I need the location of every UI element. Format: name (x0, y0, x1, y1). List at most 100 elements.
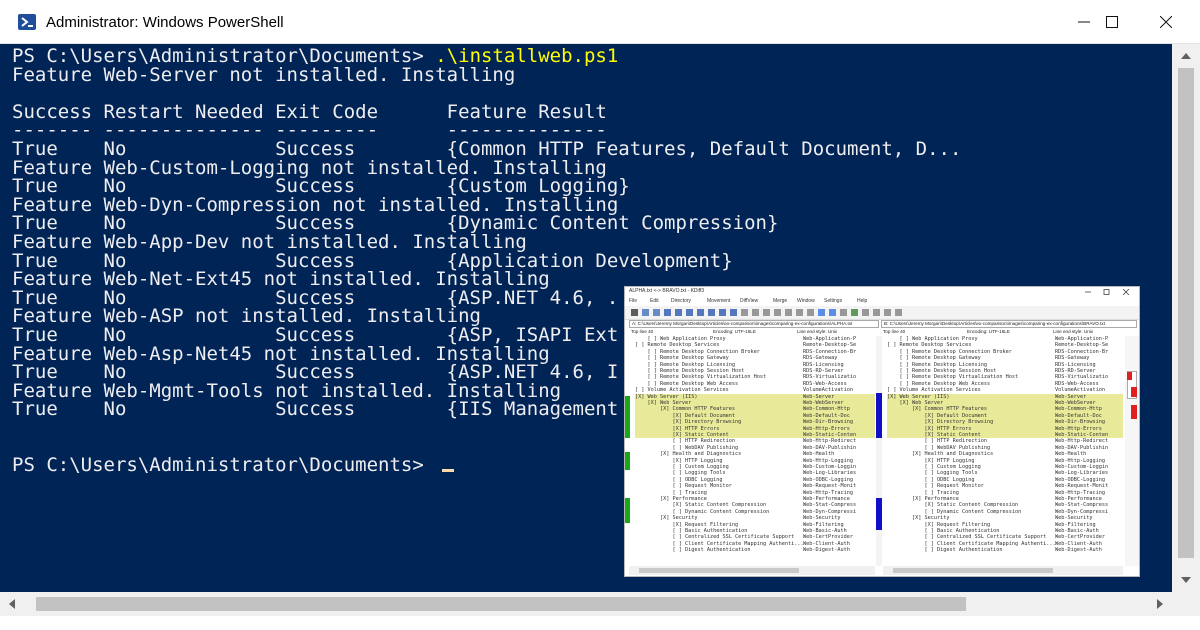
kdiff3-row-text: [X] Performance (887, 496, 959, 502)
kdiff3-row-text: [ ] Remote Desktop Services (887, 342, 972, 349)
chevron-right-icon (1157, 599, 1163, 609)
kdiff3-row-text: [ ] Tracing (635, 489, 707, 496)
kdiff3-row-text: [ ] Remote Desktop Gateway (887, 355, 981, 362)
kdiff3-pane-a: [ ] Web Application Proxy Web-Application… (635, 336, 875, 566)
kdiff3-toolbar-icon (730, 309, 737, 316)
kdiff3-merge-gutter (876, 336, 882, 566)
kdiff3-row-feature-name: Web-Digest-Auth (1055, 547, 1102, 554)
kdiff3-row-text: [X] Web Server (IIS) (635, 393, 698, 400)
kdiff3-row-text: [ ] WebDAV Publishing (635, 444, 739, 451)
kdiff3-row-text: [ ] Web Application Proxy (635, 336, 726, 342)
kdiff3-row: [ ] Digest Authentication Web-Digest-Auth (887, 547, 1123, 553)
kdiff3-toolbar-icon (840, 309, 847, 316)
vertical-scroll-thumb[interactable] (1178, 68, 1194, 558)
kdiff3-row-feature-name: Web-Digest-Auth (803, 547, 850, 554)
kdiff3-row-text: [ ] Volume Activation Services (635, 387, 729, 394)
kdiff3-row-text: [X] Common HTTP Features (887, 406, 987, 413)
kdiff3-row-text: [X] Directory Browsing (635, 419, 742, 426)
kdiff3-row-text: [ ] ODBC Logging (635, 476, 723, 483)
kdiff3-row-text: [X] Web Server (635, 400, 692, 406)
console-line: PS C:\Users\Administrator\Documents> (12, 454, 436, 477)
kdiff3-row-text: [ ] ODBC Logging (887, 476, 975, 483)
kdiff3-row-text: [ ] Logging Tools (887, 470, 978, 477)
kdiff3-toolbar (625, 306, 1139, 320)
kdiff3-menu-item: File (629, 298, 638, 304)
kdiff3-toolbar-icon (884, 309, 891, 316)
vertical-scrollbar[interactable] (1172, 44, 1200, 592)
kdiff3-toolbar-icon (642, 309, 649, 316)
kdiff3-toolbar-icon (708, 309, 715, 316)
scroll-right-button[interactable] (1148, 592, 1172, 616)
kdiff3-toolbar-icon (719, 309, 726, 316)
close-button[interactable] (1136, 0, 1196, 44)
kdiff3-row-text: [ ] WebDAV Publishing (887, 444, 991, 451)
kdiff3-menu-item: Settings (824, 298, 843, 304)
kdiff3-toolbar-icon (796, 309, 803, 316)
scroll-up-button[interactable] (1172, 44, 1200, 68)
chevron-down-icon (1181, 577, 1191, 583)
console-line: True No Success {Common HTTP Features, D… (12, 138, 962, 160)
kdiff3-row-text: [ ] Remote Desktop Session Host (887, 368, 997, 374)
kdiff3-row-text: [X] Performance (635, 496, 707, 502)
kdiff3-row-text: [ ] Remote Desktop Web Access (887, 380, 991, 387)
kdiff3-title: ALPHA.txt <-> BRAVO.txt - KDiff3 (629, 288, 705, 294)
kdiff3-toolbar-icon (631, 309, 638, 316)
kdiff3-row-text: [X] Request Filtering (887, 521, 991, 528)
kdiff3-pane-b: [ ] Web Application Proxy Web-Application… (887, 336, 1123, 566)
kdiff3-row-text: [ ] Remote Desktop Session Host (635, 368, 745, 374)
kdiff3-diff-marker (876, 393, 882, 438)
kdiff3-row-text: [ ] Request Monitor (635, 483, 732, 490)
kdiff3-row-text: [ ] Dynamic Content Compression (635, 508, 770, 515)
kdiff3-row-text: [ ] Web Application Proxy (887, 336, 978, 342)
scrollbar-corner (1172, 592, 1200, 616)
kdiff3-menu-item: Help (857, 298, 868, 304)
chevron-left-icon (9, 599, 15, 609)
kdiff3-row-text: [X] Static Content Compression (635, 502, 767, 509)
kdiff3-row-text: [ ] HTTP Redirection (887, 438, 987, 445)
kdiff3-window-controls (1085, 289, 1130, 295)
horizontal-scroll-thumb[interactable] (36, 597, 966, 611)
window-bottom-edge (0, 616, 1200, 630)
kdiff3-row-text: [X] Common HTTP Features (635, 406, 735, 413)
kdiff3-diff-marker (625, 396, 630, 438)
kdiff3-row-text: [ ] Remote Desktop Licensing (635, 361, 735, 368)
kdiff3-screenshot: ALPHA.txt <-> BRAVO.txt - KDiff3 File Edi… (624, 286, 1140, 577)
window-title: Administrator: Windows PowerShell (46, 14, 284, 31)
kdiff3-row-text: [ ] HTTP Redirection (635, 438, 735, 445)
kdiff3-diff-marker (625, 498, 630, 523)
kdiff3-row-text: [X] HTTP Errors (887, 425, 972, 432)
kdiff3-toolbar-icon (774, 309, 781, 316)
kdiff3-menu-item: Edit (650, 298, 659, 304)
powershell-icon (18, 14, 36, 30)
kdiff3-row-text: [X] Static Content (887, 432, 981, 438)
kdiff3-toolbar-icon (829, 309, 836, 316)
title-bar: Administrator: Windows PowerShell (0, 0, 1200, 44)
kdiff3-row-text: [ ] Centralized SSL Certificate Support (635, 534, 795, 541)
kdiff3-toolbar-icon (697, 309, 704, 316)
maximize-button[interactable] (1082, 0, 1142, 44)
kdiff3-menu-item: Window (797, 298, 815, 304)
scroll-down-button[interactable] (1172, 568, 1200, 592)
kdiff3-row-text: [X] Health and Diagnostics (887, 451, 994, 458)
kdiff3-toolbar-icon (653, 309, 660, 316)
kdiff3-row-text: [X] Health and Diagnostics (635, 451, 742, 458)
kdiff3-row-text: [ ] Request Monitor (887, 483, 984, 490)
kdiff3-row-text: [ ] Remote Desktop Virtualization Host (887, 374, 1019, 381)
scroll-left-button[interactable] (0, 592, 24, 616)
console-line: Feature Web-App-Dev not installed. Insta… (12, 231, 527, 253)
kdiff3-row-text: [ ] Basic Authentication (635, 528, 748, 534)
kdiff3-row-text: [ ] Basic Authentication (887, 528, 1000, 534)
kdiff3-menu-item: DiffView (740, 298, 759, 304)
kdiff3-title-bar: ALPHA.txt <-> BRAVO.txt - KDiff3 (625, 287, 1139, 297)
horizontal-scrollbar[interactable] (0, 592, 1172, 616)
console-line: PS C:\Users\Administrator\Documents> .\i… (12, 47, 618, 66)
kdiff3-row-text: [ ] Remote Desktop Services (635, 342, 720, 349)
text-cursor (442, 469, 454, 473)
kdiff3-info-a: Top line 40 Encoding: UTF-16LE Line end … (631, 329, 838, 334)
kdiff3-row-text: [X] HTTP Logging (635, 457, 723, 464)
kdiff3-toolbar-icon (686, 309, 693, 316)
kdiff3-row-text: [X] Static Content Compression (887, 502, 1019, 509)
kdiff3-row-text: [X] HTTP Logging (887, 457, 975, 464)
kdiff3-diff-marker (625, 452, 630, 470)
kdiff3-row-text: [ ] Remote Desktop Gateway (635, 355, 729, 362)
